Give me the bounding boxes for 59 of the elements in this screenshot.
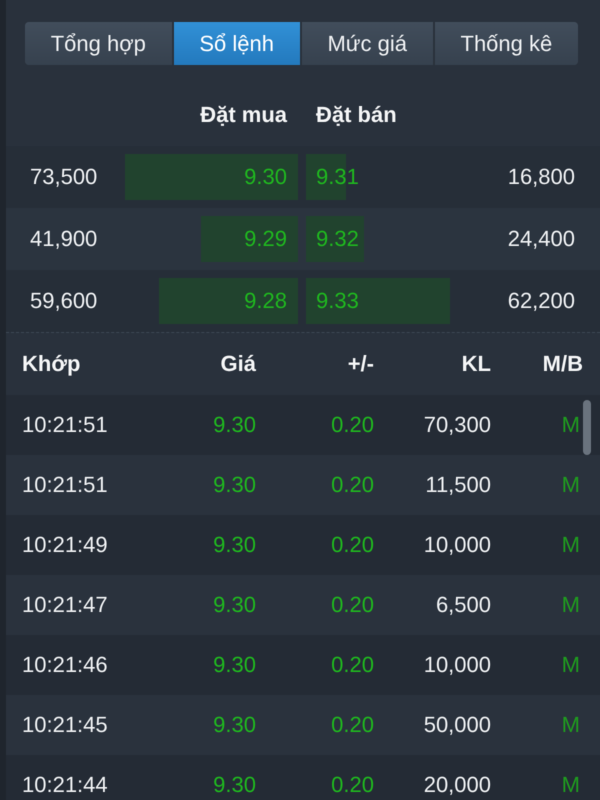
ask-volume: 16,800 (508, 164, 575, 190)
tab[interactable]: Tổng hợp (25, 22, 174, 65)
ask-volume: 24,400 (508, 226, 575, 252)
change-cell: 0.20 (331, 473, 374, 497)
side-cell: M (562, 773, 580, 797)
price-cell: 9.30 (213, 713, 256, 737)
column-header: Đặt bán (316, 102, 397, 128)
change-cell: 0.20 (331, 593, 374, 617)
change-cell: 0.20 (331, 653, 374, 677)
change-cell: 0.20 (331, 533, 374, 557)
change-cell: 0.20 (331, 413, 374, 437)
tab[interactable]: Thống kê (434, 22, 578, 65)
column-header: Đặt mua (200, 102, 287, 128)
bid-price: 9.30 (244, 164, 287, 190)
time-cell: 10:21:44 (22, 773, 108, 797)
bid-price: 9.28 (244, 288, 287, 314)
volume-cell: 11,500 (425, 473, 491, 497)
scrollbar-thumb[interactable] (583, 400, 591, 455)
column-header: Khớp (22, 352, 80, 376)
column-header: M/B (542, 352, 583, 376)
price-cell: 9.30 (213, 473, 256, 497)
volume-cell: 20,000 (424, 773, 491, 797)
time-cell: 10:21:49 (22, 533, 108, 557)
ask-price: 9.32 (316, 226, 359, 252)
price-cell: 9.30 (213, 533, 256, 557)
side-cell: M (562, 473, 580, 497)
column-header: KL (462, 352, 491, 376)
bid-volume: 73,500 (30, 164, 98, 190)
side-cell: M (562, 653, 580, 677)
price-cell: 9.30 (213, 773, 256, 797)
time-cell: 10:21:51 (22, 473, 108, 497)
column-header: Giá (220, 352, 256, 376)
side-cell: M (562, 713, 580, 737)
change-cell: 0.20 (331, 713, 374, 737)
ask-price: 9.33 (316, 288, 359, 314)
time-cell: 10:21:46 (22, 653, 108, 677)
price-cell: 9.30 (213, 653, 256, 677)
volume-cell: 10,000 (424, 533, 491, 557)
change-cell: 0.20 (331, 773, 374, 797)
tab[interactable]: Mức giá (302, 22, 435, 65)
side-cell: M (562, 533, 580, 557)
price-cell: 9.30 (213, 593, 256, 617)
ask-volume: 62,200 (508, 288, 575, 314)
time-cell: 10:21:45 (22, 713, 108, 737)
volume-cell: 10,000 (424, 653, 491, 677)
bid-price: 9.29 (244, 226, 287, 252)
side-cell: M (562, 593, 580, 617)
bid-volume: 59,600 (30, 288, 98, 314)
volume-cell: 6,500 (436, 593, 491, 617)
time-cell: 10:21:47 (22, 593, 108, 617)
ask-price: 9.31 (316, 164, 359, 190)
column-header: +/- (348, 352, 374, 376)
tab[interactable]: Sổ lệnh (174, 22, 302, 65)
price-cell: 9.30 (213, 413, 256, 437)
volume-cell: 50,000 (424, 713, 491, 737)
bid-volume: 41,900 (30, 226, 98, 252)
volume-cell: 70,300 (424, 413, 491, 437)
time-cell: 10:21:51 (22, 413, 108, 437)
side-cell: M (562, 413, 580, 437)
